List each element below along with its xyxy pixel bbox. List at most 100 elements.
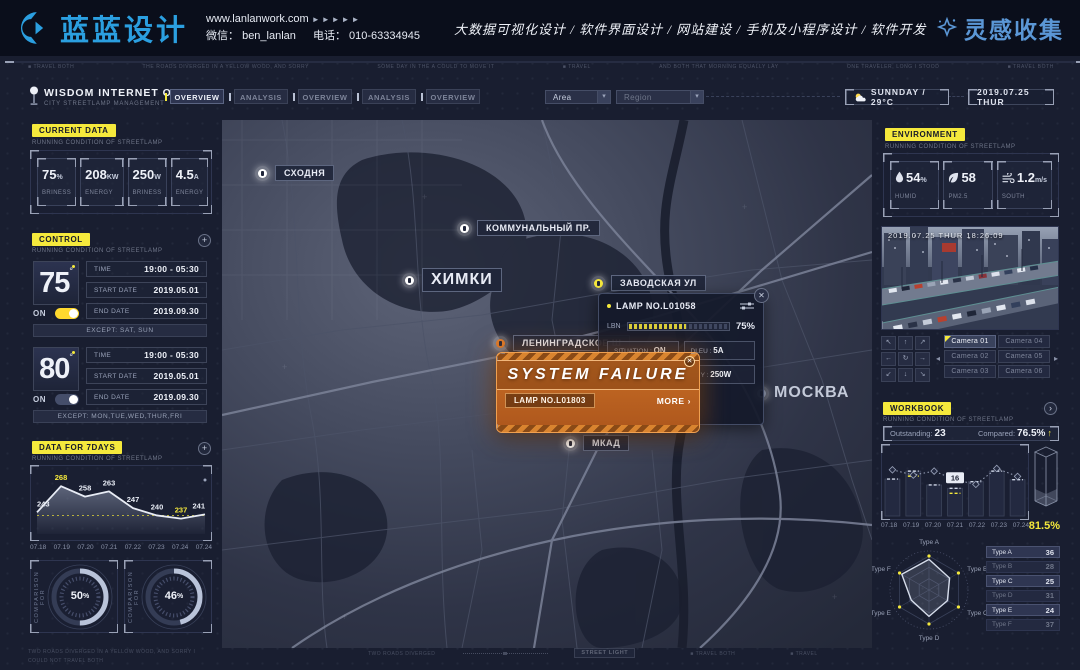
tab-overview-1[interactable]: OVERVIEW xyxy=(170,89,224,104)
point-label: 240 xyxy=(151,502,164,511)
tab-overview-5[interactable]: OVERVIEW xyxy=(426,89,480,104)
workbook-next-button[interactable]: › xyxy=(1044,402,1057,415)
more-button[interactable]: MORE › xyxy=(657,396,691,406)
camera-button-2[interactable]: Camera 02 xyxy=(944,350,996,363)
control-title: CONTROL xyxy=(32,233,90,246)
time-row: TIME 19:00 - 05:30 xyxy=(86,347,207,363)
stat-unit: W xyxy=(154,174,161,181)
camera-button-4[interactable]: Camera 04 xyxy=(998,335,1050,348)
radar-axis-label: Type F xyxy=(872,566,891,573)
camera-button-5[interactable]: Camera 05 xyxy=(998,350,1050,363)
camera-next-button[interactable]: ▸ xyxy=(1052,348,1060,370)
map-label-1[interactable]: СХОДНЯ xyxy=(255,165,334,181)
x-tick: 07.24 xyxy=(172,544,188,551)
brightness-level-display: 80° xyxy=(33,347,79,391)
dashed-divider xyxy=(948,96,964,97)
x-tick: 07.19 xyxy=(54,544,70,551)
toggle-knob xyxy=(69,395,78,404)
week-chart-add-button[interactable]: + xyxy=(198,442,211,455)
radar-legend-row-6[interactable]: Type F37 xyxy=(986,619,1060,631)
dpad-down-right-button[interactable]: ↘ xyxy=(915,368,930,382)
control-add-button[interactable]: + xyxy=(198,234,211,247)
date-widget: 2019.07.25 THUR xyxy=(968,89,1054,105)
dpad-down-button[interactable]: ↓ xyxy=(898,368,913,382)
camera-button-6[interactable]: Camera 06 xyxy=(998,365,1050,378)
street-light-badge[interactable]: STREET LIGHT xyxy=(574,648,635,658)
camera-video-feed[interactable]: 2019.07.25 THUR 18:26:09 xyxy=(881,226,1059,330)
tab-label: ANALYSIS xyxy=(240,93,282,102)
area-select[interactable]: Area ▾ xyxy=(545,90,611,104)
legend-value: 24 xyxy=(1046,606,1054,615)
system-failure-popup: SYSTEM FAILURE LAMP NO.L01803 MORE › ✕ xyxy=(496,352,700,433)
row-label: START DATE xyxy=(94,287,137,294)
city-map[interactable]: +++ ++ СХОДНЯКОММУНАЛЬНЫЙ ПР.ХИМКИЗАВОДС… xyxy=(222,120,872,648)
stat-value: 4.5A xyxy=(176,166,204,184)
tab-analysis-4[interactable]: ANALYSIS xyxy=(362,89,416,104)
point-label: 247 xyxy=(127,495,140,504)
current-data-title: CURRENT DATA xyxy=(32,124,116,137)
sliders-icon[interactable] xyxy=(739,301,755,311)
stat-value: 54% xyxy=(895,169,934,188)
lamp-pin-icon xyxy=(255,166,270,181)
dpad-up-right-button[interactable]: ↗ xyxy=(915,336,930,350)
weather-sun-cloud-icon xyxy=(854,92,866,103)
dpad-refresh-button[interactable]: ↻ xyxy=(898,352,913,366)
x-tick: 07.20 xyxy=(77,544,93,551)
svg-text:+: + xyxy=(742,202,747,212)
camera-button-1[interactable]: Camera 01 xyxy=(944,335,996,348)
gauge-ring xyxy=(45,562,115,632)
radar-legend-row-1[interactable]: Type A36 xyxy=(986,546,1060,558)
map-label-4[interactable]: ЗАВОДСКАЯ УЛ xyxy=(591,275,706,291)
map-label-6[interactable]: МОСКВА xyxy=(754,384,849,402)
stat-number: 1.2 xyxy=(1017,170,1035,185)
environment-panel: 54%HUMID58PM2.51.2m/sSOUTH xyxy=(883,153,1059,217)
dpad-down-left-button[interactable]: ↙ xyxy=(881,368,896,382)
tab-overview-3[interactable]: OVERVIEW xyxy=(298,89,352,104)
radar-legend-row-2[interactable]: Type B28 xyxy=(986,561,1060,573)
radar-legend-row-4[interactable]: Type D31 xyxy=(986,590,1060,602)
row-value: 2019.09.30 xyxy=(153,392,199,402)
current-data-panel: 75%BRINESS208KWENERGY250WBRINESS4.5AENER… xyxy=(30,150,212,214)
x-tick: 07.23 xyxy=(148,544,164,551)
dashboard-frame xyxy=(5,61,1080,63)
map-label-2[interactable]: КОММУНАЛЬНЫЙ ПР. xyxy=(457,220,600,236)
failed-lamp-id: LAMP NO.L01803 xyxy=(505,393,595,408)
time-row: TIME 19:00 - 05:30 xyxy=(86,261,207,277)
stat-unit: KW xyxy=(107,174,119,181)
point-label: 268 xyxy=(55,473,68,482)
map-label-text: МОСКВА xyxy=(774,384,849,402)
schedule-toggle[interactable] xyxy=(55,308,79,319)
close-icon[interactable]: ✕ xyxy=(754,288,769,303)
failure-message: SYSTEM FAILURE xyxy=(497,360,699,390)
x-tick: 07.18 xyxy=(30,544,46,551)
map-label-7[interactable]: МКАД xyxy=(563,435,629,451)
map-label-text: ХИМКИ xyxy=(422,268,502,292)
footer-checkbox-a[interactable]: ■ TRAVEL BOTH xyxy=(690,651,735,657)
end-date-row: END DATE 2019.09.30 xyxy=(86,389,207,405)
tab-analysis-2[interactable]: ANALYSIS xyxy=(234,89,288,104)
brightness-bar[interactable] xyxy=(627,322,730,331)
footer-checkbox-b[interactable]: ■ TRAVEL xyxy=(790,651,817,657)
on-label: ON xyxy=(33,309,46,318)
dpad-right-button[interactable]: → xyxy=(915,352,930,366)
dpad-up-left-button[interactable]: ↖ xyxy=(881,336,896,350)
x-tick: 07.22 xyxy=(969,522,985,529)
dpad-left-button[interactable]: ← xyxy=(881,352,896,366)
close-icon[interactable]: ✕ xyxy=(684,356,695,367)
schedule-state-row: ON xyxy=(33,308,79,319)
map-label-3[interactable]: ХИМКИ xyxy=(402,268,502,292)
footer-slider[interactable] xyxy=(463,653,548,654)
streetlamp-icon xyxy=(28,86,40,106)
legend-label: Type F xyxy=(992,621,1012,628)
camera-prev-button[interactable]: ◂ xyxy=(934,348,942,370)
camera-list: Camera 01 Camera 02 Camera 03 Camera 04 Came… xyxy=(944,335,1050,378)
radar-legend-row-5[interactable]: Type E24 xyxy=(986,604,1060,616)
dpad-up-button[interactable]: ↑ xyxy=(898,336,913,350)
lamp-pin-icon xyxy=(402,273,417,288)
x-tick: 07.22 xyxy=(125,544,141,551)
brightness-value: 75 xyxy=(39,267,69,299)
region-select[interactable]: Region ▾ xyxy=(616,90,704,104)
camera-button-3[interactable]: Camera 03 xyxy=(944,365,996,378)
schedule-toggle[interactable] xyxy=(55,394,79,405)
radar-legend-row-3[interactable]: Type C25 xyxy=(986,575,1060,587)
